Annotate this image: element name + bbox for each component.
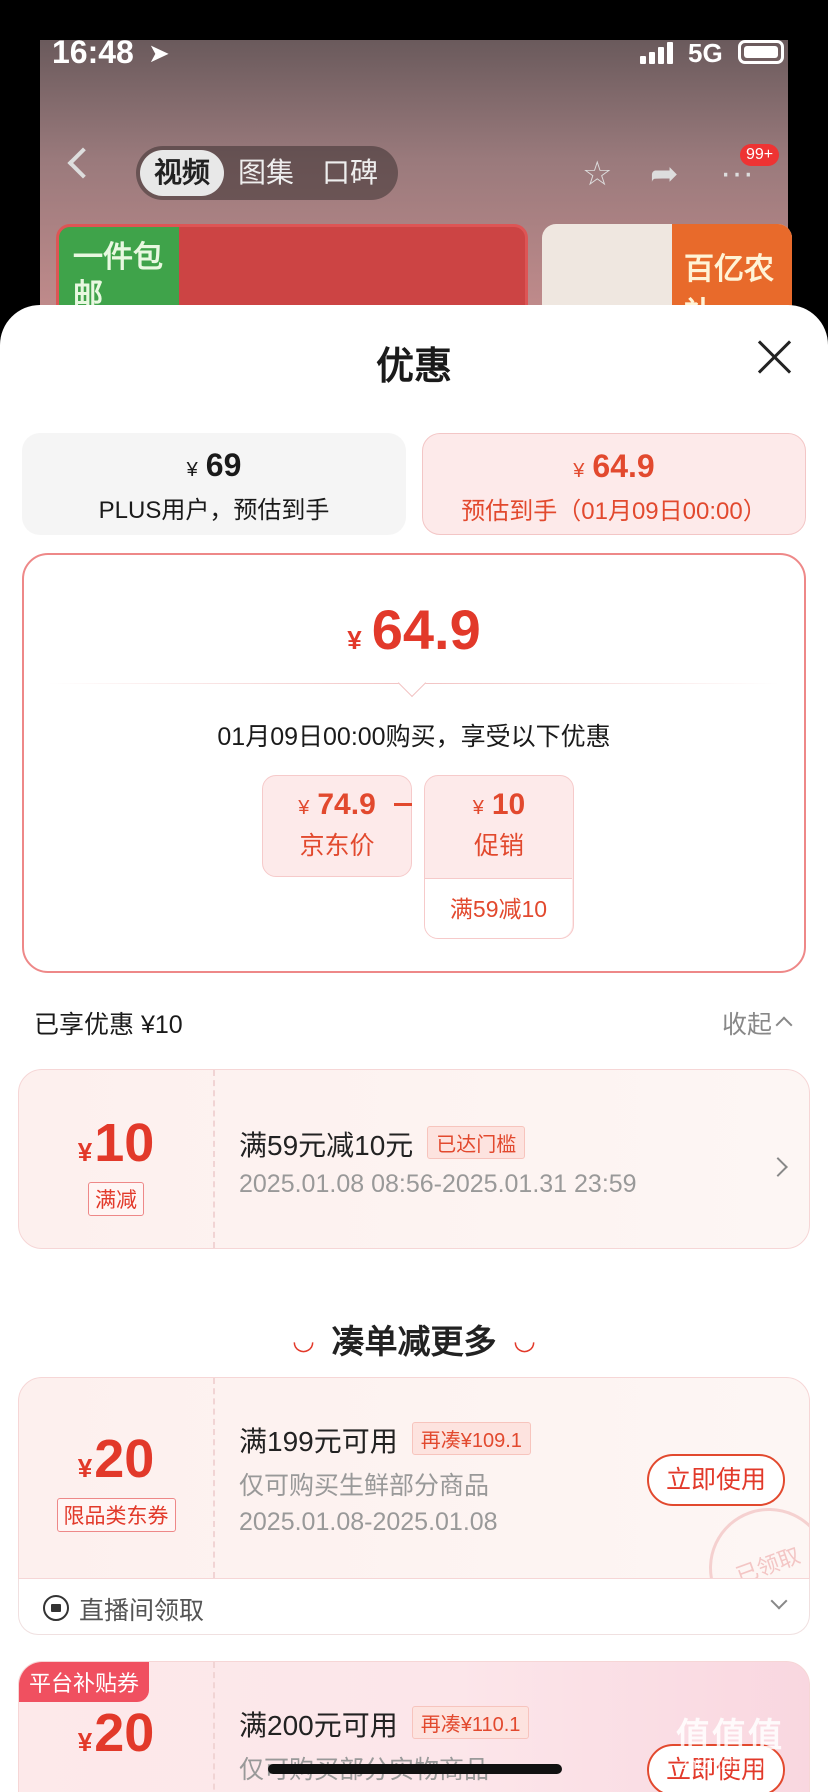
watermark-url: zhizhizhi.com [680,1756,777,1773]
live-stream-icon [43,1595,69,1621]
star-icon[interactable]: ☆ [582,154,612,194]
coupon-amount-section: ¥20 [19,1662,215,1792]
remaining-amount-pill: 再凑¥110.1 [411,1706,530,1739]
jd-price-value: 74.9 [317,788,376,821]
currency-symbol: ¥ [472,797,484,819]
watermark-logo: 值值值 [676,1717,784,1755]
coupon-title-row: 满59元减10元 已达门槛 [239,1124,526,1164]
location-arrow-icon: ➤ [148,38,170,68]
coupon-amount-section: ¥10 满减 [19,1070,215,1248]
network-type: 5G [688,38,723,68]
promo-label: 促销 [473,832,524,860]
coupon-period: 2025.01.08 08:56-2025.01.31 23:59 [239,1170,637,1198]
close-icon[interactable] [756,339,792,375]
coupon-amount: 10 [94,1113,155,1173]
coupon-amount: 20 [94,1703,155,1763]
coupon-desc: 仅可购买生鲜部分商品 [239,1472,490,1500]
currency-symbol: ¥ [298,797,310,819]
coupon-source-row[interactable]: 直播间领取 [18,1579,810,1635]
tab-gallery[interactable]: 图集 [224,150,308,196]
status-bar: 16:48 ➤ 5G [0,0,828,100]
coupon-title: 满59元减10元 [239,1130,414,1161]
enjoyed-discount-label: 已享优惠 ¥10 [34,1011,183,1039]
plus-price-label: PLUS用户，预估到手 [98,497,330,524]
use-now-button[interactable]: 立即使用 [647,1454,785,1506]
estimate-price: 64.9 [592,448,655,484]
plus-price: 69 [205,447,242,483]
minus-sign [394,803,412,806]
currency-symbol: ¥ [77,1727,93,1757]
jd-price-box: ¥74.9 京东价 [262,775,412,877]
coupon-card[interactable]: ¥10 满减 满59元减10元 已达门槛 2025.01.08 08:56-202… [18,1069,810,1249]
coupon-amount-section: ¥20 限品类东券 [19,1378,215,1578]
currency-symbol: ¥ [347,625,362,655]
currency-symbol: ¥ [186,459,198,481]
more-discounts-title: 凑单减更多 [331,1323,497,1360]
purchase-note: 01月09日00:00购买，享受以下优惠 [217,723,611,751]
coupon-title-row: 满200元可用 再凑¥110.1 [239,1704,530,1744]
coupon-type-tag: 限品类东券 [56,1498,176,1532]
coupon-period: 2025.01.08-2025.01.08 [239,1508,498,1536]
final-price-value: 64.9 [371,598,481,661]
tab-video[interactable]: 视频 [140,150,225,196]
promo-box: ¥10 促销 满59减10 [424,775,574,939]
home-indicator[interactable] [268,1764,562,1774]
final-price: ¥64.9 [24,597,804,662]
battery-icon [738,40,784,64]
estimate-price-card[interactable]: ¥64.9 预估到手（01月09日00:00） [422,433,806,535]
coupon-title: 满200元可用 [239,1710,398,1741]
divider-notch [397,668,427,698]
message-badge: 99+ [740,144,780,166]
discount-sheet: 优惠 ¥69 PLUS用户，预估到手 ¥64.9 预估到手（01月09日00:0… [0,305,828,1792]
coupon-title: 满199元可用 [239,1426,398,1457]
jd-price-label: 京东价 [299,832,375,860]
chevron-down-icon[interactable] [770,1592,788,1610]
estimate-price-label: 预估到手（01月09日00:00） [461,498,767,525]
more-discounts-heading: ◡ 凑单减更多 ◡ [0,1315,828,1363]
chevron-up-icon [775,1016,793,1034]
currency-symbol: ¥ [573,460,585,482]
collapse-toggle[interactable]: 收起 [722,1005,793,1041]
remaining-amount-pill: 再凑¥109.1 [411,1422,531,1455]
sheet-title: 优惠 [375,346,452,388]
coupon-type-tag: 满减 [88,1182,144,1216]
chevron-right-icon[interactable] [768,1157,788,1177]
collapse-label: 收起 [722,1011,773,1039]
media-tabs: 视频 图集 口碑 [136,146,398,200]
coupon-amount: 20 [94,1429,155,1489]
coupon-source: 直播间领取 [79,1597,205,1625]
currency-symbol: ¥ [77,1137,93,1167]
share-icon[interactable]: ➦ [650,154,679,194]
signal-icon [640,40,673,64]
promo-rule: 满59减10 [425,878,572,938]
coupon-card[interactable]: ¥20 限品类东券 满199元可用 再凑¥109.1 仅可购买生鲜部分商品 202… [18,1377,810,1579]
smile-icon: ◡ [514,1325,535,1355]
smile-icon: ◡ [293,1325,314,1355]
currency-symbol: ¥ [77,1453,93,1483]
promo-value: 10 [491,788,526,821]
plus-price-card[interactable]: ¥69 PLUS用户，预估到手 [22,433,406,535]
tab-reviews[interactable]: 口碑 [308,150,392,196]
threshold-reached-pill: 已达门槛 [427,1126,526,1159]
price-breakdown-card: ¥64.9 01月09日00:00购买，享受以下优惠 ¥74.9 京东价 ¥10… [22,553,806,973]
status-time: 16:48 [52,34,134,70]
coupon-title-row: 满199元可用 再凑¥109.1 [239,1420,531,1460]
